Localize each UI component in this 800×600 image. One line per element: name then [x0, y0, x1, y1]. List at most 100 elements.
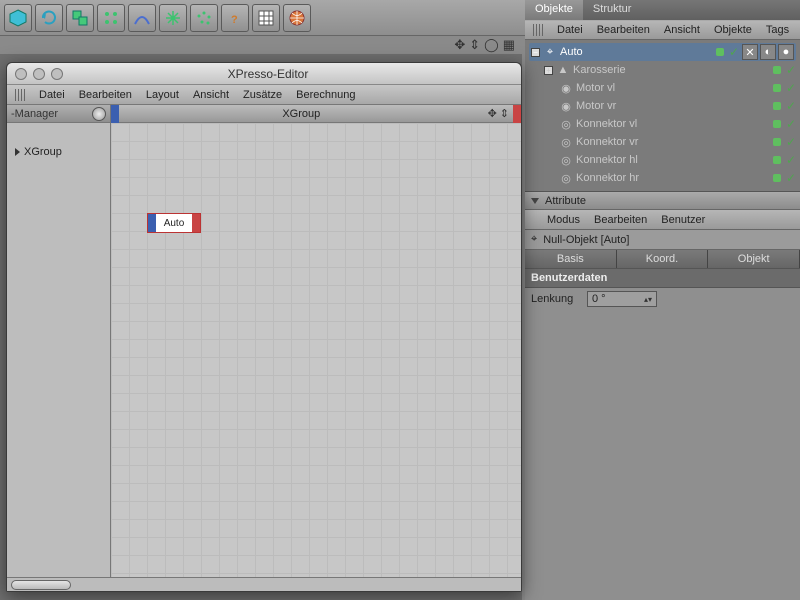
- tree-row[interactable]: ◎Konnektor hr ✓: [529, 169, 796, 187]
- connector-icon: ◎: [559, 117, 573, 131]
- tool-deformer-icon[interactable]: [128, 4, 156, 32]
- vis-dot[interactable]: [716, 48, 724, 56]
- tree-row[interactable]: ◎Konnektor vr✓: [529, 133, 796, 151]
- nav-settings-icon[interactable]: ▦: [503, 37, 515, 53]
- vis-dot[interactable]: [773, 138, 781, 146]
- xmenu-bearbeiten[interactable]: Bearbeiten: [79, 89, 132, 101]
- collapse-arrow-icon[interactable]: [531, 198, 539, 204]
- xmenu-ansicht[interactable]: Ansicht: [193, 89, 229, 101]
- xmgr-knob-icon[interactable]: [92, 107, 106, 121]
- attribute-header[interactable]: Attribute: [525, 192, 800, 210]
- vis-dot[interactable]: [773, 156, 781, 164]
- nav-orbit-icon[interactable]: ◯: [484, 37, 499, 53]
- grip-icon[interactable]: [533, 24, 543, 36]
- minimize-icon[interactable]: [33, 68, 45, 80]
- scrollbar-thumb[interactable]: [11, 580, 71, 590]
- attr-tab-koord[interactable]: Koord.: [617, 250, 709, 268]
- tag-xpresso-icon[interactable]: ✕: [742, 44, 758, 60]
- tree-label[interactable]: Motor vl: [576, 82, 768, 94]
- tree-label[interactable]: Karosserie: [573, 64, 768, 76]
- xmenu-datei[interactable]: Datei: [39, 89, 65, 101]
- tag-tex-icon[interactable]: ◐: [760, 44, 776, 60]
- menu-tags[interactable]: Tags: [766, 24, 789, 36]
- node-output-port[interactable]: [192, 214, 200, 232]
- vis-dot[interactable]: [773, 66, 781, 74]
- tree-root[interactable]: − ⌖ Auto ✓ ✕ ◐ ●: [529, 43, 796, 61]
- attr-menu-benutzer[interactable]: Benutzer: [661, 214, 705, 226]
- tool-cubegroup-icon[interactable]: [66, 4, 94, 32]
- node-input-port[interactable]: [148, 214, 156, 232]
- xcanvas-move-icon[interactable]: ✥: [488, 107, 497, 120]
- xcanvas-min-icon[interactable]: ⇕: [500, 107, 509, 120]
- attribute-object-title: ⌖ Null-Objekt [Auto]: [525, 230, 800, 250]
- tree-row[interactable]: ◉Motor vr✓: [529, 97, 796, 115]
- tree-row[interactable]: ◉Motor vl✓: [529, 79, 796, 97]
- xpresso-scrollbar[interactable]: [7, 577, 521, 591]
- tree-label[interactable]: Konnektor hr: [576, 172, 768, 184]
- check-icon[interactable]: ✓: [786, 81, 796, 95]
- attr-tab-objekt[interactable]: Objekt: [708, 250, 800, 268]
- tool-undo-icon[interactable]: [35, 4, 63, 32]
- zoom-icon[interactable]: [51, 68, 63, 80]
- check-icon[interactable]: ✓: [729, 45, 739, 59]
- tool-cube-icon[interactable]: [4, 4, 32, 32]
- nav-move-icon[interactable]: ✥: [454, 37, 465, 53]
- section-benutzerdaten: Benutzerdaten: [525, 268, 800, 288]
- attr-menu-bearbeiten[interactable]: Bearbeiten: [594, 214, 647, 226]
- check-icon[interactable]: ✓: [786, 99, 796, 113]
- tree-row[interactable]: ◎Konnektor vl ✓: [529, 115, 796, 133]
- tag-dyn-icon[interactable]: ●: [778, 44, 794, 60]
- expander-icon[interactable]: +: [544, 66, 553, 75]
- menu-objekte[interactable]: Objekte: [714, 24, 752, 36]
- xmgr-list: XGroup: [7, 123, 110, 169]
- tree-label[interactable]: Auto: [560, 46, 711, 58]
- tree-label[interactable]: Konnektor vl: [576, 118, 768, 130]
- menu-ansicht[interactable]: Ansicht: [664, 24, 700, 36]
- vis-dot[interactable]: [773, 84, 781, 92]
- xmenu-layout[interactable]: Layout: [146, 89, 179, 101]
- vis-dot[interactable]: [773, 120, 781, 128]
- xpresso-titlebar[interactable]: XPresso-Editor: [7, 63, 521, 85]
- tab-objects[interactable]: Objekte: [525, 0, 583, 20]
- menu-bearbeiten[interactable]: Bearbeiten: [597, 24, 650, 36]
- connector-icon: ◎: [559, 171, 573, 185]
- tree-label[interactable]: Konnektor vr: [576, 136, 768, 148]
- check-icon[interactable]: ✓: [786, 153, 796, 167]
- xmenu-berechnung[interactable]: Berechnung: [296, 89, 355, 101]
- input-port-icon[interactable]: [111, 105, 119, 123]
- grip-icon[interactable]: [15, 89, 25, 101]
- vis-dot[interactable]: [773, 102, 781, 110]
- expand-tri-icon[interactable]: [15, 148, 20, 156]
- tool-spreadsheet-icon[interactable]: [252, 4, 280, 32]
- expander-icon[interactable]: −: [531, 48, 540, 57]
- nav-down-icon[interactable]: ⇕: [469, 37, 480, 53]
- check-icon[interactable]: ✓: [786, 117, 796, 131]
- check-icon[interactable]: ✓: [786, 135, 796, 149]
- xnode-auto[interactable]: Auto: [147, 213, 201, 233]
- check-icon[interactable]: ✓: [786, 171, 796, 185]
- tool-particles-icon[interactable]: [190, 4, 218, 32]
- xmgr-item[interactable]: XGroup: [13, 143, 104, 161]
- tree-row[interactable]: +▲Karosserie✓: [529, 61, 796, 79]
- tree-label[interactable]: Motor vr: [576, 100, 768, 112]
- tool-array-icon[interactable]: [97, 4, 125, 32]
- attr-menu-modus[interactable]: Modus: [547, 214, 580, 226]
- tab-structure[interactable]: Struktur: [583, 0, 642, 20]
- vis-dot[interactable]: [773, 174, 781, 182]
- tool-expand-icon[interactable]: [159, 4, 187, 32]
- attr-tab-basis[interactable]: Basis: [525, 250, 617, 268]
- stepper-icon[interactable]: ▴▾: [644, 295, 652, 304]
- xpresso-canvas[interactable]: Auto: [111, 123, 521, 577]
- xpresso-window[interactable]: XPresso-Editor Datei Bearbeiten Layout A…: [6, 62, 522, 592]
- menu-datei[interactable]: Datei: [557, 24, 583, 36]
- tree-row[interactable]: ◎Konnektor hl✓: [529, 151, 796, 169]
- xmenu-zusaetze[interactable]: Zusätze: [243, 89, 282, 101]
- tool-help-icon[interactable]: ?: [221, 4, 249, 32]
- object-tree: − ⌖ Auto ✓ ✕ ◐ ● +▲Karosserie✓ ◉Motor vl…: [525, 40, 800, 192]
- tool-web-icon[interactable]: [283, 4, 311, 32]
- tree-label[interactable]: Konnektor hl: [576, 154, 768, 166]
- check-icon[interactable]: ✓: [786, 63, 796, 77]
- close-icon[interactable]: [15, 68, 27, 80]
- attr-value-field[interactable]: 0 ° ▴▾: [587, 291, 657, 307]
- output-port-icon[interactable]: [513, 105, 521, 123]
